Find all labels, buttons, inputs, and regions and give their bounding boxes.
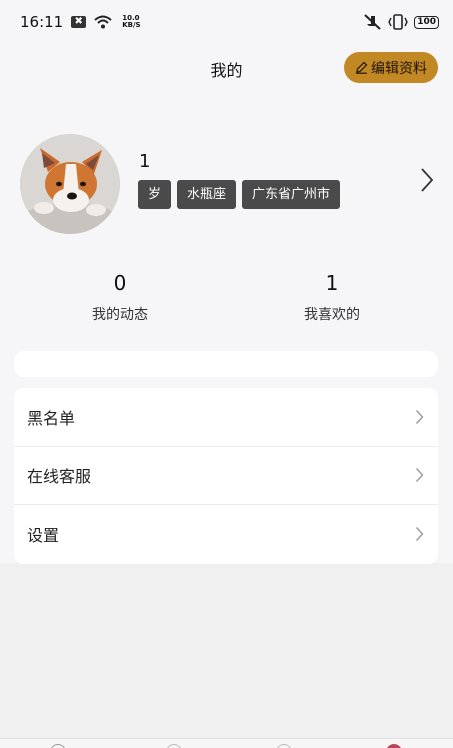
menu-item-online-support[interactable]: 在线客服 [14, 447, 438, 505]
bottom-tab-bar [0, 738, 453, 748]
status-bar: 16:11 ✖ 10.0 KB/S 100 [0, 0, 453, 44]
age-tag: 岁 [138, 180, 172, 209]
chevron-right-icon [415, 409, 424, 424]
avatar[interactable] [20, 134, 120, 234]
net-speed-unit: KB/S [122, 21, 141, 29]
menu-item-label: 设置 [27, 526, 60, 546]
edit-profile-label: 编辑资料 [371, 60, 427, 77]
username: 1 [139, 151, 151, 172]
stat-label: 我喜欢的 [304, 307, 360, 323]
vibrate-icon [388, 14, 408, 30]
pencil-icon [356, 61, 368, 74]
menu-item-settings[interactable]: 设置 [14, 505, 438, 564]
settings-menu: 黑名单 在线客服 设置 [14, 388, 438, 564]
top-header: 我的 编辑资料 [0, 44, 453, 90]
chevron-right-icon [415, 468, 424, 483]
stat-my-posts[interactable]: 0 我的动态 [50, 271, 190, 324]
net-speed: 10.0 KB/S [122, 15, 140, 29]
notification-icon: ✖ [71, 16, 87, 28]
stat-value: 0 [113, 271, 127, 295]
stat-my-likes[interactable]: 1 我喜欢的 [262, 271, 402, 324]
menu-item-label: 在线客服 [27, 467, 92, 487]
corgi-photo [20, 134, 120, 234]
profile-chevron-right-icon[interactable] [418, 166, 436, 194]
edit-profile-button[interactable]: 编辑资料 [344, 52, 438, 83]
wifi-icon [94, 15, 112, 29]
stat-label: 我的动态 [92, 307, 148, 323]
stat-value: 1 [325, 271, 339, 295]
chevron-right-icon [415, 527, 424, 542]
battery-indicator: 100 [414, 15, 439, 29]
profile-screen: 16:11 ✖ 10.0 KB/S 100 我的 编辑资料 1 岁 水瓶座 广东… [0, 0, 453, 564]
profile-tags: 岁 水瓶座 广东省广州市 [138, 180, 341, 209]
status-time: 16:11 [20, 13, 64, 31]
empty-card [14, 351, 438, 377]
location-tag: 广东省广州市 [242, 180, 341, 209]
menu-item-label: 黑名单 [27, 408, 76, 428]
zodiac-tag: 水瓶座 [177, 180, 237, 209]
menu-item-blacklist[interactable]: 黑名单 [14, 388, 438, 447]
mute-icon [364, 14, 381, 30]
